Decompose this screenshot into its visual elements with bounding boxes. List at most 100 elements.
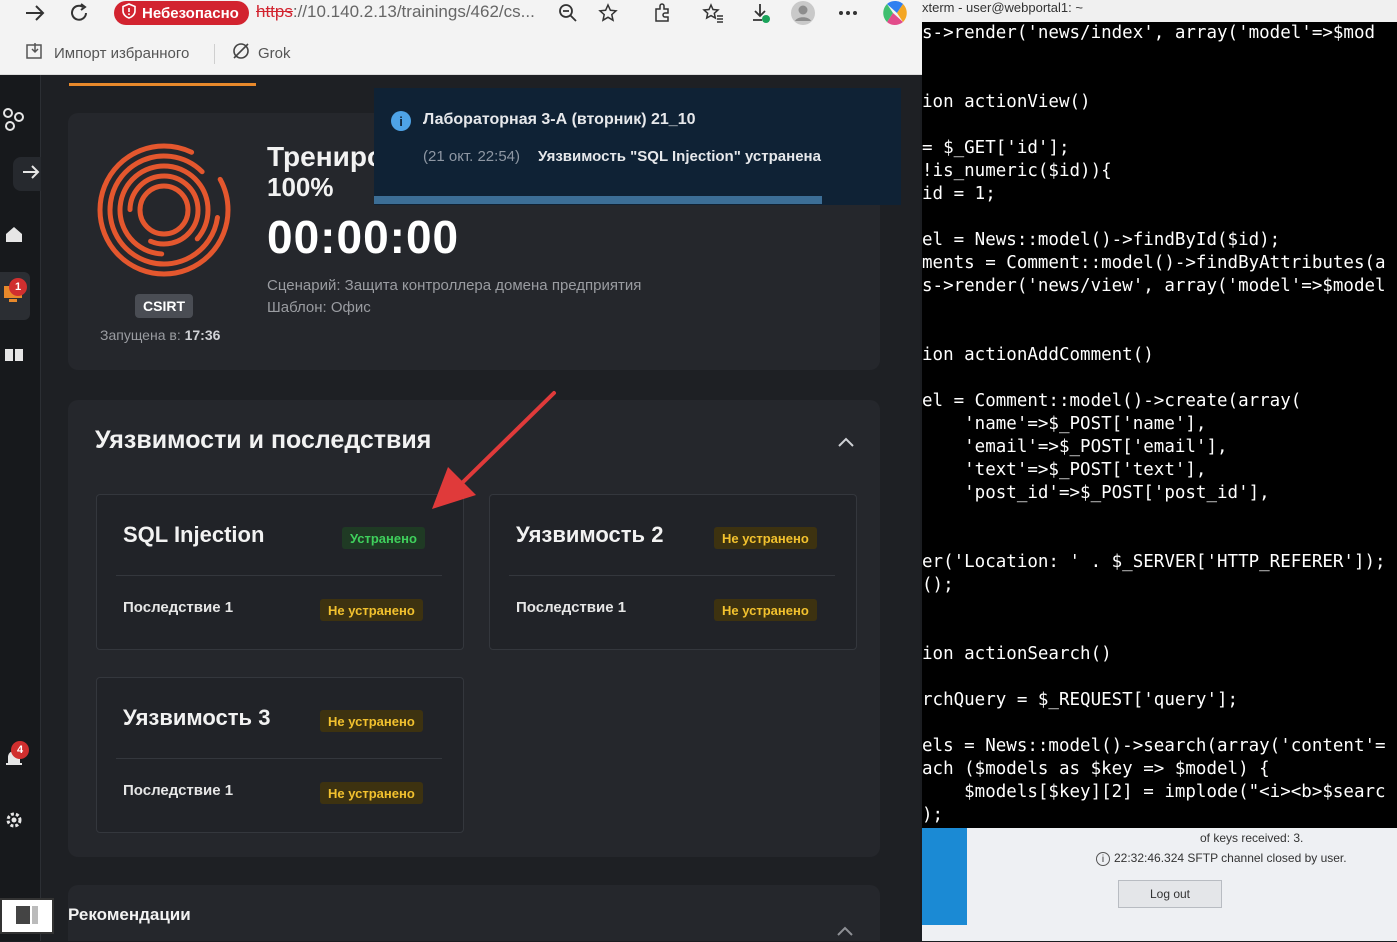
training-title: Трениро (267, 141, 385, 172)
address-bar[interactable]: https://10.140.2.13/trainings/462/cs... (256, 2, 535, 22)
terminal-line: id = 1; (922, 184, 996, 204)
status-badge: Не устранено (714, 599, 817, 621)
import-icon (26, 42, 46, 64)
terminal-line: !is_numeric($id)){ (922, 161, 1112, 181)
terminal-line: s->render('news/view', array('model'=>$m… (922, 276, 1386, 296)
security-warning-badge[interactable]: Небезопасно (114, 1, 249, 25)
terminal-line: ach ($models as $key => $model) { (922, 759, 1270, 779)
terminal-line: 'name'=>$_POST['name'], (922, 414, 1207, 434)
zoom-out-icon[interactable] (556, 0, 580, 26)
bookmark-label: Импорт избранного (54, 44, 190, 62)
training-progress: 100% (267, 172, 334, 202)
bookmark-import-favorites[interactable]: Импорт избранного (26, 42, 189, 64)
terminal-line: ments = Comment::model()->findByAttribut… (922, 253, 1386, 273)
terminal-line: ion actionView() (922, 92, 1091, 112)
bookmark-grok[interactable]: Grok (232, 42, 291, 64)
terminal-line: ); (922, 805, 944, 825)
terminal-line: = $_GET['id']; (922, 138, 1070, 158)
terminal-line: 'email'=>$_POST['email'], (922, 437, 1228, 457)
recommendations-label: Рекомендации (68, 905, 191, 924)
started-at: Запущена в: 17:36 (100, 327, 220, 343)
status-badge: Не устранено (320, 710, 423, 732)
terminal-line: rchQuery = $_REQUEST['query']; (922, 690, 1239, 710)
vulnerability-name: SQL Injection (123, 522, 265, 547)
consequence-name: Последствие 1 (123, 599, 234, 616)
started-label: Запущена в: (100, 327, 181, 343)
shield-warning-icon (122, 3, 136, 23)
consequence-name: Последствие 1 (516, 599, 627, 616)
toast-title: Лабораторная 3-А (вторник) 21_10 (423, 111, 696, 128)
notification-badge: 1 (9, 278, 27, 296)
training-timer: 00:00:00 (267, 211, 460, 263)
security-label: Небезопасно (142, 4, 239, 22)
consequence-name: Последствие 1 (123, 782, 234, 799)
terminal-line: (); (922, 575, 954, 595)
terminal-line: el = Comment::model()->create(array( (922, 391, 1302, 411)
bookmark-label: Grok (258, 44, 291, 62)
active-tab-indicator (69, 83, 256, 86)
favorites-icon[interactable] (700, 0, 726, 26)
profile-avatar-icon[interactable] (788, 0, 818, 26)
star-icon[interactable] (596, 0, 620, 26)
training-target-logo (94, 140, 234, 280)
gear-icon[interactable] (0, 810, 28, 830)
toast-progress-bar (374, 196, 822, 204)
network-icon[interactable] (0, 106, 28, 132)
bookmark-separator (214, 44, 215, 64)
sftp-sidebar (922, 828, 967, 925)
chevron-up-icon (837, 432, 855, 453)
terminal-line: 'post_id'=>$_POST['post_id'], (922, 483, 1270, 503)
status-badge: Устранено (342, 527, 425, 549)
home-icon[interactable] (0, 224, 28, 244)
terminal-title: xterm - user@webportal1: ~ (922, 0, 1083, 15)
book-icon[interactable] (0, 346, 28, 364)
card-divider (509, 575, 835, 576)
vulnerability-card[interactable] (96, 494, 464, 650)
terminal-window[interactable]: s->render('news/index', array('model'=>$… (922, 22, 1397, 828)
extensions-icon[interactable] (650, 0, 674, 26)
sftp-log-line: 22:32:46.324 SFTP channel closed by user… (1114, 851, 1347, 865)
collapse-button[interactable] (834, 430, 858, 454)
notification-badge: 4 (11, 741, 29, 759)
info-icon: i (391, 111, 411, 131)
downloads-icon[interactable] (748, 0, 774, 26)
section-title: Уязвимости и последствия (95, 426, 432, 454)
terminal-output: s->render('news/index', array('model'=>$… (922, 22, 1397, 827)
chevron-up-icon[interactable] (836, 924, 854, 942)
toast-timestamp: (21 окт. 22:54) (423, 148, 520, 165)
terminal-line: ion actionSearch() (922, 644, 1112, 664)
more-menu-icon[interactable] (836, 0, 860, 26)
forward-icon[interactable] (22, 0, 48, 26)
info-icon: i (1096, 852, 1110, 866)
toast-message: Уязвимость "SQL Injection" устранена (538, 148, 821, 165)
terminal-line: ion actionAddComment() (922, 345, 1154, 365)
copilot-icon[interactable] (880, 0, 910, 26)
vulnerability-card[interactable] (96, 677, 464, 833)
logout-button[interactable]: Log out (1118, 880, 1222, 908)
card-divider (116, 758, 442, 759)
status-badge: Не устранено (714, 527, 817, 549)
grok-icon (232, 42, 250, 64)
terminal-line: er('Location: ' . $_SERVER['HTTP_REFERER… (922, 552, 1386, 572)
vulnerability-name: Уязвимость 3 (123, 705, 271, 730)
recommendations-icon (0, 898, 54, 934)
scenario-label: Сценарий: Защита контроллера домена пред… (267, 277, 642, 294)
sftp-keys-line: of keys received: 3. (1200, 831, 1304, 845)
terminal-line: s->render('news/index', array('model'=>$… (922, 23, 1376, 43)
status-badge: Не устранено (320, 782, 423, 804)
reload-icon[interactable] (66, 0, 92, 26)
notification-toast[interactable] (374, 88, 901, 205)
terminal-line: $models[$key][2] = implode("<i><b>$searc (922, 782, 1386, 802)
card-divider (116, 575, 442, 576)
